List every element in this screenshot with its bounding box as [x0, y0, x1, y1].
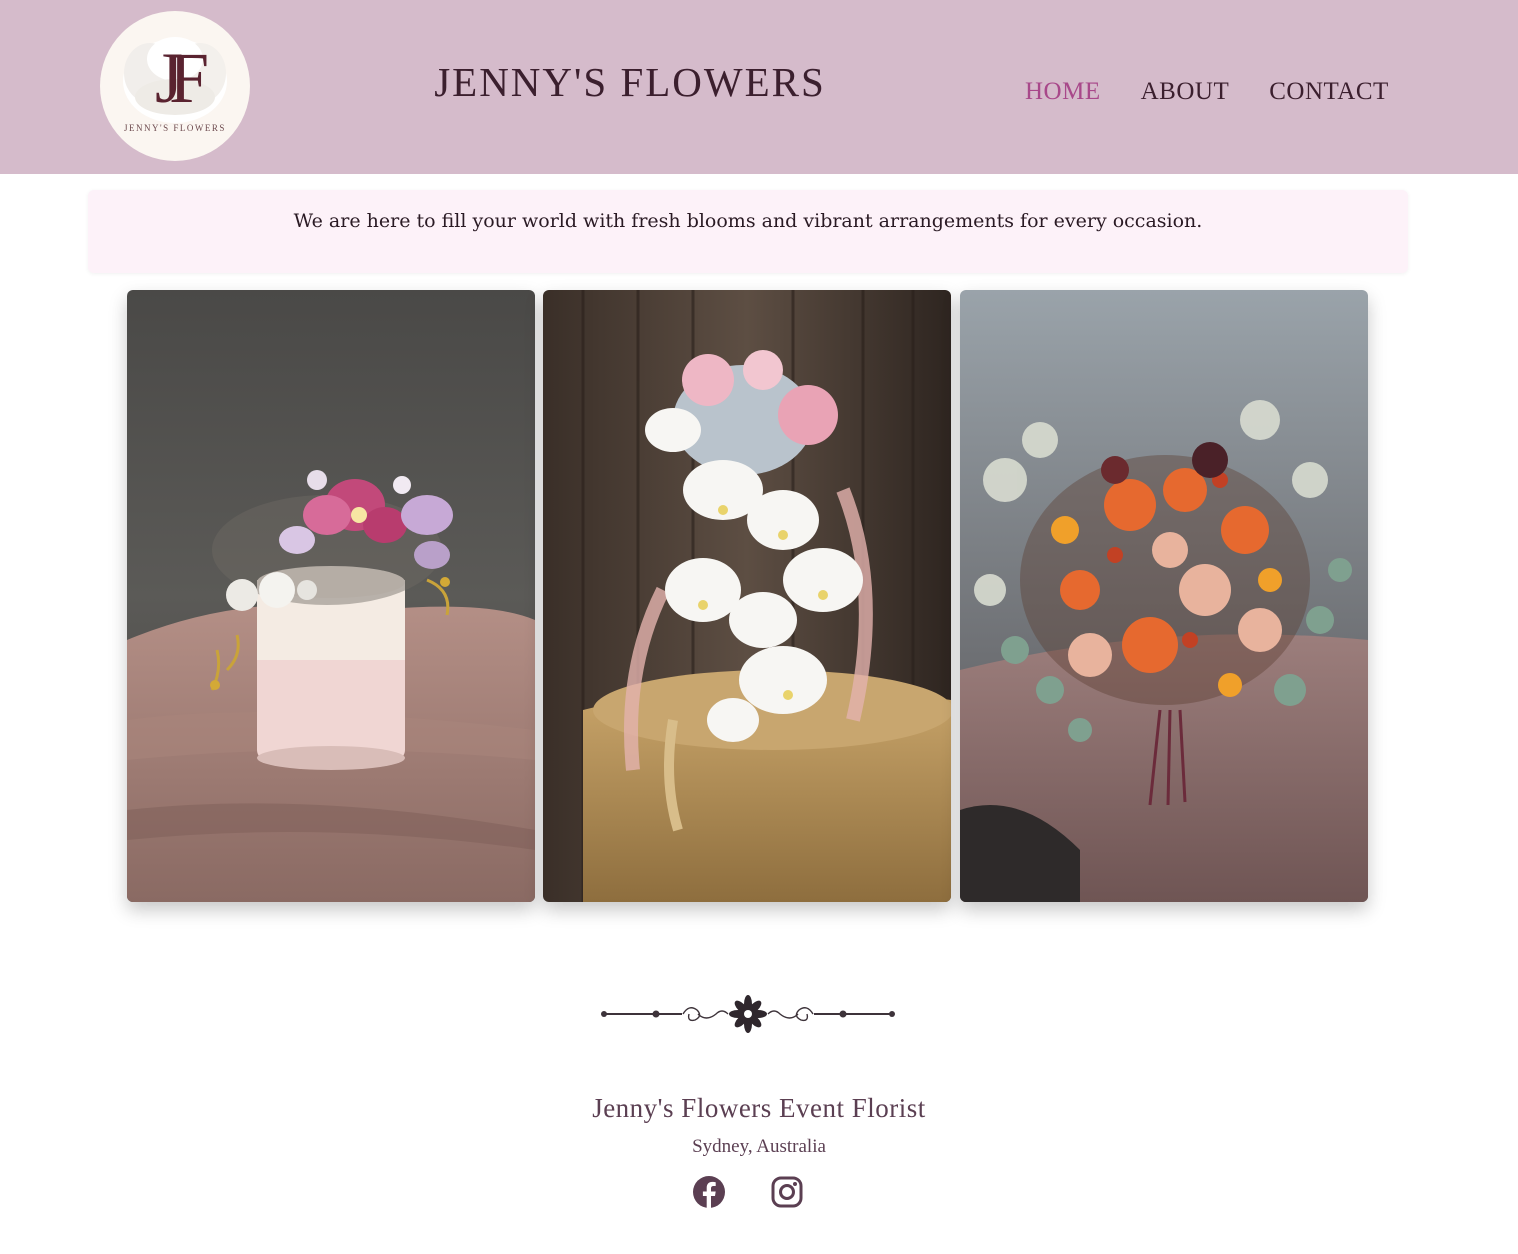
tagline-banner: We are here to fill your world with fres… [88, 190, 1408, 273]
nav-about-link[interactable]: ABOUT [1141, 78, 1230, 106]
nav-home-link[interactable]: HOME [1025, 78, 1101, 106]
tagline-text: We are here to fill your world with fres… [293, 210, 1203, 232]
logo[interactable]: JF JENNY'S FLOWERS [100, 11, 250, 161]
main-nav: HOME ABOUT CONTACT [1005, 78, 1409, 106]
logo-monogram: JF [154, 38, 209, 118]
flower-divider-icon [601, 995, 895, 1033]
facebook-icon[interactable] [692, 1175, 726, 1209]
logo-caption: JENNY'S FLOWERS [124, 123, 226, 133]
instagram-icon[interactable] [770, 1175, 804, 1209]
footer-location: Sydney, Australia [692, 1136, 826, 1157]
gallery-image-orchid-bouquet[interactable] [543, 290, 951, 902]
site-title: JENNY'S FLOWERS [434, 59, 826, 105]
nav-contact-link[interactable]: CONTACT [1269, 78, 1389, 106]
site-header: JF JENNY'S FLOWERS JENNY'S FLOWERS HOME … [0, 0, 1518, 174]
gallery-image-hatbox-arrangement[interactable] [127, 290, 535, 902]
footer-business-name: Jenny's Flowers Event Florist [592, 1093, 926, 1123]
gallery-image-rose-bouquet[interactable] [960, 290, 1368, 902]
